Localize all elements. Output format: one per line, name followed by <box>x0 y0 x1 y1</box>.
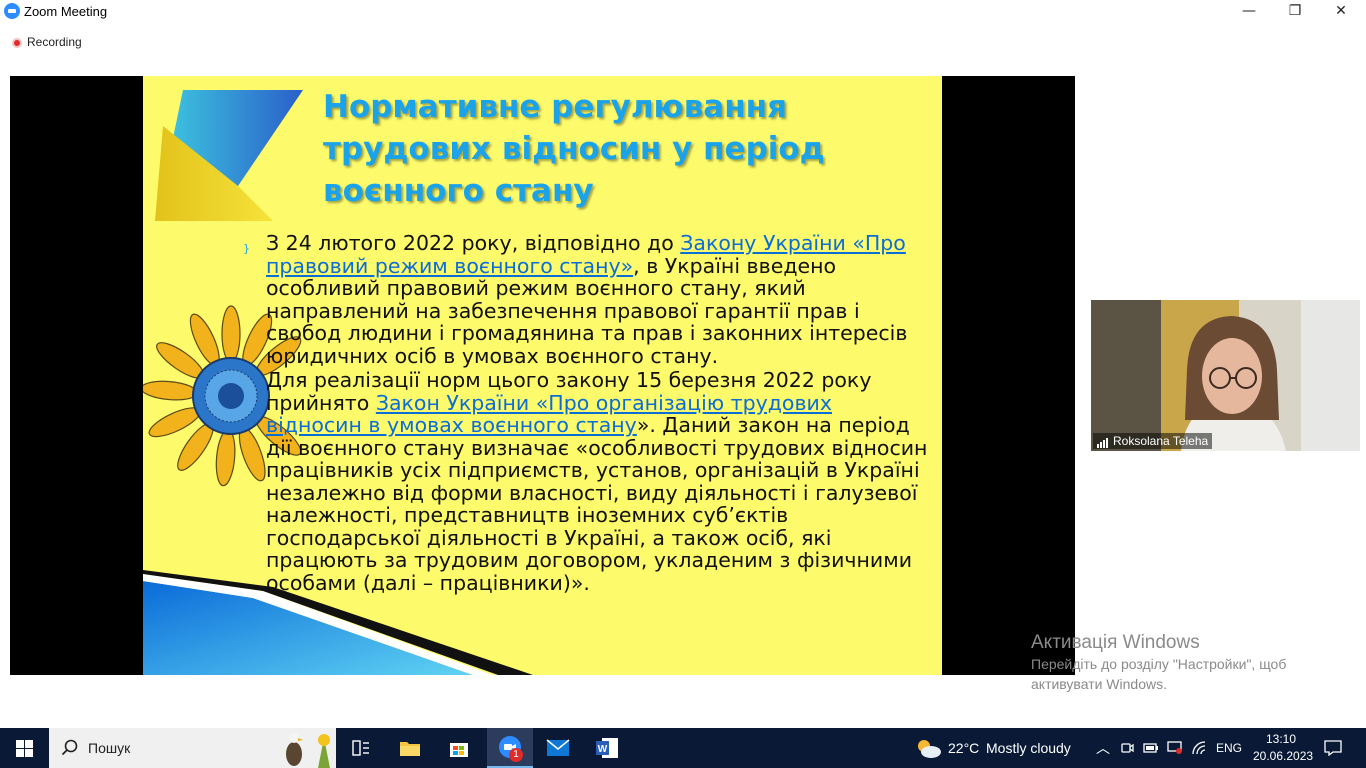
signal-strength-icon <box>1097 434 1109 448</box>
file-explorer-button[interactable] <box>390 728 430 768</box>
bullet-marker: } <box>243 242 250 255</box>
search-icon <box>61 739 78 756</box>
store-button[interactable] <box>439 728 479 768</box>
slide-title: Нормативне регулювання трудових відносин… <box>323 86 923 212</box>
clock-date[interactable]: 20.06.2023 <box>1253 749 1313 763</box>
meeting-area: Recording Нормативне регулювання трудови… <box>0 23 1366 728</box>
notifications-icon[interactable] <box>1324 740 1342 756</box>
store-icon <box>450 743 468 757</box>
language-indicator[interactable]: ENG <box>1216 741 1242 755</box>
windows-activation-watermark: Активація Windows Перейдіть до розділу "… <box>1031 632 1286 694</box>
window-titlebar: Zoom Meeting — ❐ ✕ <box>0 0 1366 23</box>
close-button[interactable]: ✕ <box>1318 0 1364 23</box>
display-icon[interactable] <box>1167 741 1183 755</box>
activation-heading: Активація Windows <box>1031 632 1200 653</box>
eagle-sunflower-icon <box>286 733 330 768</box>
recording-dot-icon <box>12 38 22 48</box>
slide-title-line: трудових відносин у період <box>323 131 825 167</box>
participant-video-frame <box>1091 300 1360 451</box>
search-box[interactable]: Пошук <box>49 728 336 768</box>
weather-description[interactable]: Mostly cloudy <box>986 740 1071 756</box>
slide-title-line: Нормативне регулювання <box>323 89 787 125</box>
start-button[interactable] <box>0 728 49 768</box>
participant-name: Roksolana Teleha <box>1113 434 1209 448</box>
zoom-taskbar-button[interactable]: 1 <box>487 728 533 768</box>
slide-body: З 24 лютого 2022 року, відповідно до Зак… <box>266 232 934 594</box>
participant-video[interactable]: Roksolana Teleha <box>1091 300 1360 451</box>
maximize-button[interactable]: ❐ <box>1272 0 1318 23</box>
window-title: Zoom Meeting <box>24 4 108 19</box>
paragraph-1: З 24 лютого 2022 року, відповідно до Зак… <box>266 231 908 368</box>
chevron-up-icon[interactable]: ︿ <box>1096 738 1110 758</box>
participant-name-tag: Roksolana Teleha <box>1093 433 1213 449</box>
search-label: Пошук <box>88 740 131 756</box>
mail-icon <box>546 739 570 756</box>
clock-time[interactable]: 13:10 <box>1266 732 1296 746</box>
screen-share-view: Нормативне регулювання трудових відносин… <box>10 76 1075 675</box>
windows-logo-icon <box>16 739 33 757</box>
minimize-button[interactable]: — <box>1226 0 1272 23</box>
meet-now-icon[interactable] <box>1120 741 1134 755</box>
svg-text:W: W <box>598 744 608 755</box>
task-view-button[interactable] <box>342 728 380 768</box>
zoom-notification-badge: 1 <box>509 748 523 762</box>
zoom-app-icon <box>4 3 20 19</box>
activation-line-1: Перейдіть до розділу "Настройки", щоб <box>1031 656 1287 672</box>
network-icon[interactable] <box>1192 741 1208 755</box>
word-icon: W <box>596 738 618 758</box>
battery-icon[interactable] <box>1143 742 1159 754</box>
slide-title-line: воєнного стану <box>323 173 594 209</box>
presentation-slide: Нормативне регулювання трудових відносин… <box>143 76 942 675</box>
mail-button[interactable] <box>537 728 579 768</box>
activation-line-2: активувати Windows. <box>1031 676 1167 692</box>
folder-icon <box>400 742 420 756</box>
paragraph-2: Для реалізації норм цього закону 15 бере… <box>266 368 928 595</box>
weather-temperature[interactable]: 22°C <box>948 740 979 756</box>
word-button[interactable]: W <box>586 728 628 768</box>
recording-indicator[interactable]: Recording <box>12 35 82 49</box>
task-view-icon <box>352 740 369 756</box>
weather-icon <box>918 740 941 758</box>
recording-label: Recording <box>27 35 82 49</box>
taskbar: Пошук 1 W 22°C Mostly cloudy ︿ ENG 13:10… <box>0 728 1366 768</box>
